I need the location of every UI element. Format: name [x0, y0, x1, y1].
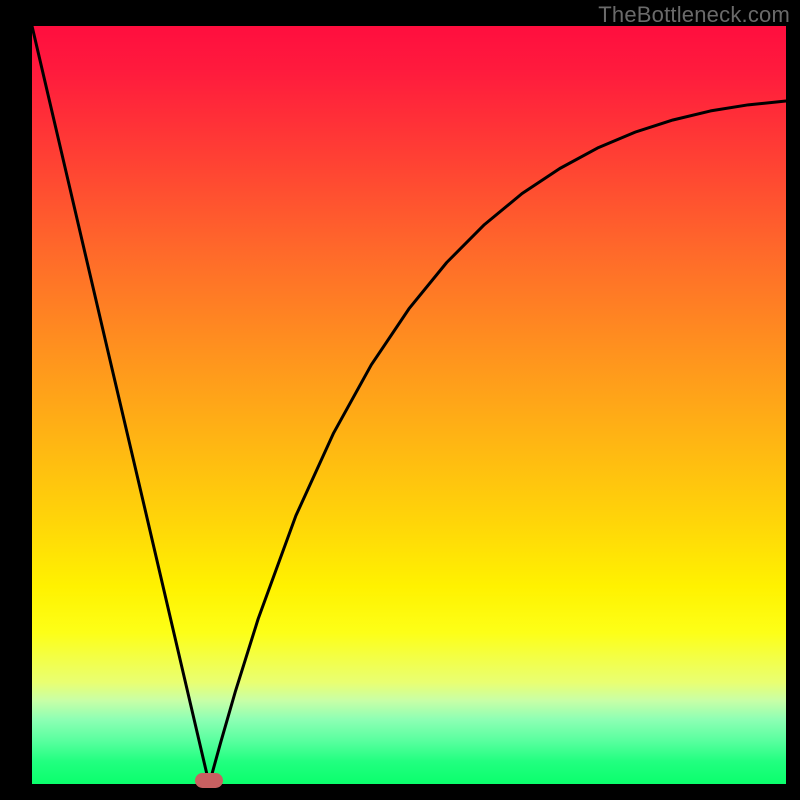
plot-area [32, 26, 786, 784]
chart-container: TheBottleneck.com [0, 0, 800, 800]
curve-path [32, 26, 786, 784]
min-marker [195, 773, 223, 788]
curve-svg [32, 26, 786, 784]
watermark-label: TheBottleneck.com [598, 2, 790, 28]
